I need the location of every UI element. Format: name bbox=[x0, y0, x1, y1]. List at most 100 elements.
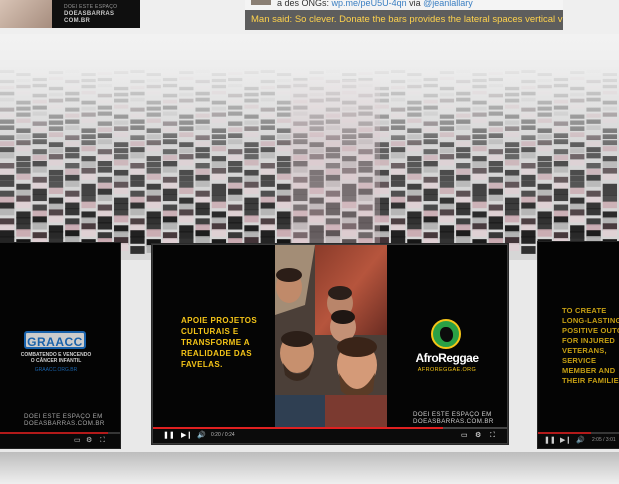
corridor-slat bbox=[374, 71, 389, 74]
fullscreen-icon[interactable]: ⛶ bbox=[490, 431, 495, 440]
left-message: APOIE PROJETOS CULTURAIS E TRANSFORME A … bbox=[181, 316, 258, 369]
corridor-slat bbox=[195, 85, 210, 90]
corridor-slat bbox=[244, 169, 259, 176]
corridor-slat bbox=[537, 167, 552, 174]
corridor-slat bbox=[276, 156, 292, 162]
progress-bar-center[interactable] bbox=[153, 427, 507, 429]
corridor-slat bbox=[586, 174, 601, 181]
corridor-slat bbox=[276, 229, 292, 237]
graacc-url[interactable]: GRAACC.ORG.BR bbox=[20, 367, 92, 373]
corridor-slat bbox=[276, 134, 292, 140]
corridor-slat bbox=[407, 90, 422, 95]
fullscreen-icon[interactable]: ⛶ bbox=[100, 436, 105, 445]
corridor-slat bbox=[602, 106, 617, 111]
corridor-slat bbox=[521, 141, 536, 147]
corridor-slat bbox=[504, 169, 520, 176]
corridor-slat bbox=[439, 215, 455, 223]
player-controls-left: ▭ ⚙ ⛶ bbox=[0, 432, 120, 448]
corridor-slat bbox=[130, 70, 145, 73]
tweet-handle[interactable]: @jeanlallary bbox=[423, 0, 473, 8]
corridor-slat bbox=[32, 204, 47, 212]
settings-icon[interactable]: ⚙ bbox=[86, 436, 92, 445]
corridor-slat bbox=[48, 142, 64, 148]
top-video-thumbnail[interactable]: DOEI ESTE ESPAÇO DOEASBARRAS COM.BR bbox=[0, 0, 140, 28]
corridor-slat bbox=[65, 168, 80, 175]
corridor-slat bbox=[228, 72, 243, 75]
tweet-text: a des ONGs: wp.me/peU5U-4qn via @jeanlal… bbox=[277, 0, 473, 8]
corridor-slat bbox=[260, 79, 275, 84]
corridor-slat bbox=[472, 156, 487, 162]
corridor-slat bbox=[195, 135, 210, 141]
corridor-slat bbox=[65, 190, 80, 197]
corridor-slat bbox=[537, 84, 552, 89]
next-icon[interactable]: ▶❙ bbox=[560, 436, 571, 445]
corridor-slat bbox=[228, 83, 243, 88]
corridor-slat bbox=[456, 141, 471, 147]
corridor-slat bbox=[537, 134, 552, 140]
corridor-slat bbox=[276, 100, 292, 105]
progress-bar-right[interactable] bbox=[538, 432, 619, 434]
corridor-slat bbox=[65, 180, 80, 187]
corridor-slat bbox=[586, 180, 601, 187]
corridor-slat bbox=[553, 176, 569, 183]
corridor-slat bbox=[260, 125, 275, 130]
tweet-link[interactable]: wp.me/peU5U-4qn bbox=[332, 0, 407, 8]
corridor-slat bbox=[146, 100, 161, 105]
corridor-slat bbox=[407, 167, 422, 174]
corridor-slat bbox=[48, 104, 64, 109]
phone-center-afroreggae[interactable]: APOIE PROJETOS CULTURAIS E TRANSFORME A … bbox=[152, 244, 508, 444]
captions-icon[interactable]: ▭ bbox=[74, 436, 81, 445]
donate-line2-center: DOEASBARRAS.COM.BR bbox=[413, 418, 494, 426]
corridor-slat bbox=[586, 153, 601, 159]
corridor-slat bbox=[456, 168, 471, 175]
phone-right-veterans[interactable]: TO CREATE LONG-LASTING POSITIVE OUTCO FO… bbox=[538, 242, 619, 448]
corridor-slat bbox=[244, 98, 259, 103]
corridor-slat bbox=[276, 118, 292, 123]
captions-icon[interactable]: ▭ bbox=[461, 431, 468, 440]
corridor-slat bbox=[260, 236, 275, 244]
corridor-slat bbox=[488, 72, 503, 75]
corridor-slat bbox=[570, 92, 585, 97]
corridor-slat bbox=[211, 167, 227, 174]
corridor-slat bbox=[179, 154, 194, 160]
corridor-slat bbox=[130, 85, 145, 90]
corridor-slat bbox=[228, 176, 243, 183]
afroreggae-url[interactable]: AFROREGGAE.ORG bbox=[397, 367, 497, 373]
corridor-slat bbox=[553, 139, 569, 145]
phone-left-graacc[interactable]: GRAACC COMBATENDO E VENCENDO O CÂNCER IN… bbox=[0, 243, 120, 448]
corridor-slat bbox=[276, 173, 292, 180]
corridor-slat bbox=[488, 188, 503, 195]
corridor-slat bbox=[439, 132, 455, 138]
corridor-slat bbox=[521, 202, 536, 210]
corridor-slat bbox=[179, 98, 194, 103]
corridor-slat bbox=[423, 176, 438, 183]
corridor-slat bbox=[488, 105, 503, 110]
donate-line1-left: DOEI ESTE ESPAÇO EM bbox=[24, 413, 103, 420]
corridor-slat bbox=[211, 156, 227, 162]
corridor-slat bbox=[553, 188, 569, 195]
play-icon[interactable]: ❚❚ bbox=[163, 431, 175, 440]
next-icon[interactable]: ▶❙ bbox=[181, 431, 192, 440]
play-icon[interactable]: ❚❚ bbox=[544, 436, 556, 445]
progress-bar-left[interactable] bbox=[0, 432, 120, 434]
corridor-slat bbox=[130, 246, 145, 254]
corridor-slat bbox=[228, 222, 243, 230]
corridor-slat bbox=[162, 166, 178, 173]
corridor-slat bbox=[553, 105, 569, 110]
corridor-slat bbox=[48, 187, 64, 194]
corridor-slat bbox=[439, 154, 455, 160]
corridor-slat bbox=[162, 222, 178, 230]
corridor-slat bbox=[488, 83, 503, 88]
corridor-slat bbox=[16, 211, 31, 219]
volume-icon[interactable]: 🔊 bbox=[197, 431, 206, 440]
volume-icon[interactable]: 🔊 bbox=[576, 436, 585, 445]
corridor-slat bbox=[179, 120, 194, 125]
corridor-slat bbox=[114, 98, 129, 103]
corridor-slat bbox=[97, 133, 113, 139]
corridor-slat bbox=[228, 99, 243, 104]
corridor-slat bbox=[276, 201, 292, 209]
settings-icon[interactable]: ⚙ bbox=[475, 431, 481, 440]
corridor-slat bbox=[0, 168, 15, 175]
corridor-slat bbox=[65, 141, 80, 147]
corridor-slat bbox=[472, 183, 487, 190]
